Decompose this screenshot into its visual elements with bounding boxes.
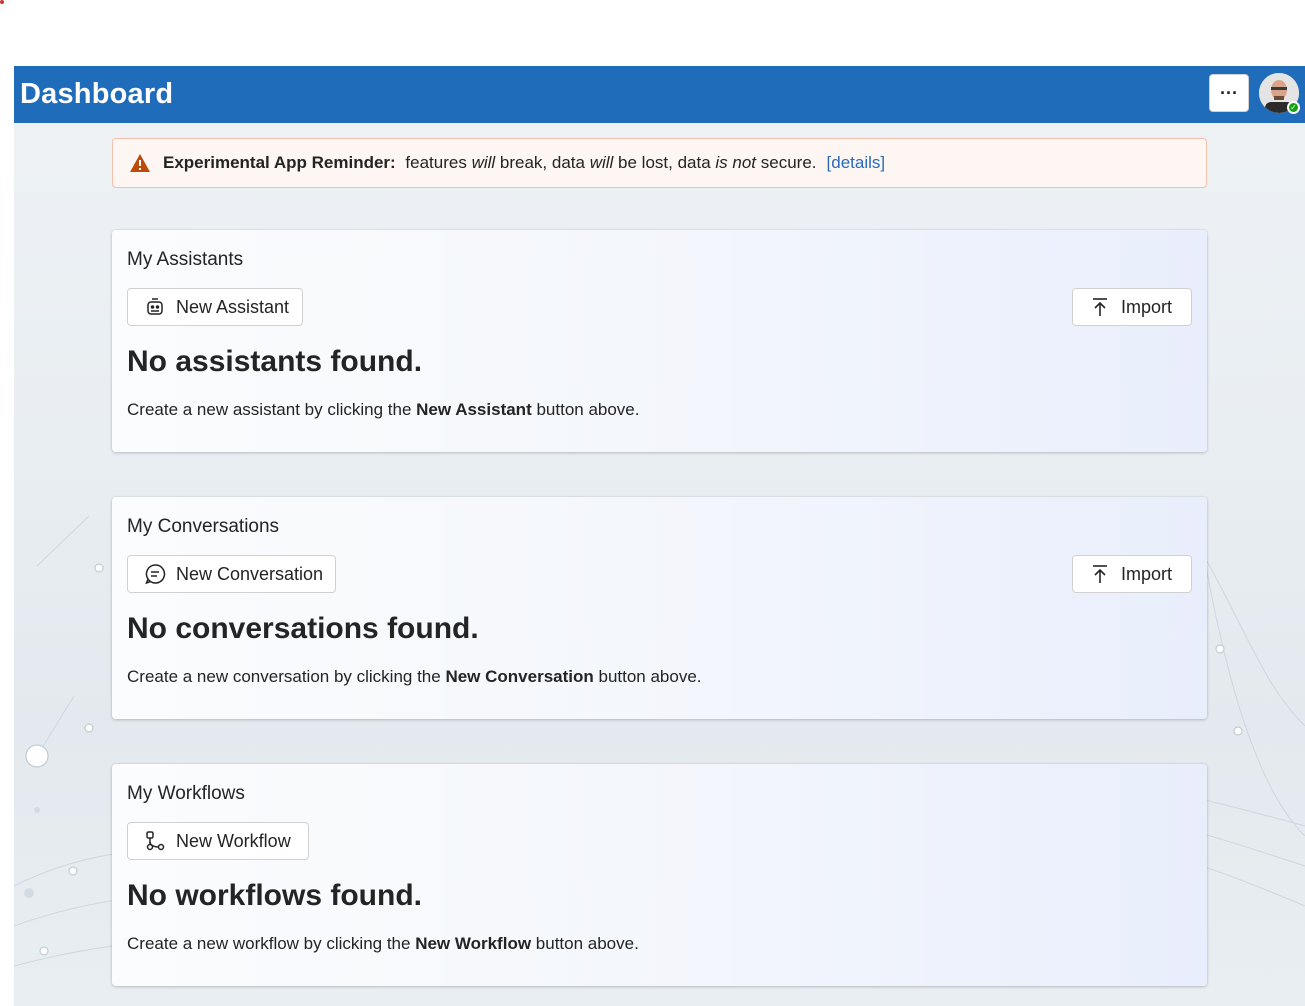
banner-label: Experimental App Reminder:	[163, 153, 396, 172]
import-label: Import	[1121, 296, 1173, 317]
corner-marker	[0, 0, 4, 4]
assistants-title: My Assistants	[127, 249, 244, 270]
assistants-empty-pre: Create a new assistant by clicking the	[127, 400, 417, 419]
details-link[interactable]: [details]	[827, 153, 886, 173]
upload-icon	[1093, 298, 1107, 316]
workflows-card: My Workflows New Workflow No workflows f…	[112, 764, 1207, 986]
workflow-icon	[146, 831, 165, 851]
presence-available-icon: ✓	[1287, 101, 1300, 114]
new-conversation-label: New Conversation	[176, 563, 324, 584]
app-window: Dashboard ··· ✓ Experimental App Reminde…	[14, 66, 1305, 1006]
banner-text-2: break, data	[495, 153, 590, 172]
more-options-button[interactable]: ···	[1209, 74, 1249, 112]
assistants-empty-text: Create a new assistant by clicking the N…	[127, 400, 640, 420]
workflows-empty-post: button above.	[531, 934, 639, 953]
conversations-empty-post: button above.	[593, 667, 702, 686]
conversations-empty-text: Create a new conversation by clicking th…	[127, 667, 702, 687]
conversations-title: My Conversations	[127, 516, 280, 537]
new-conversation-button[interactable]: New Conversation	[127, 555, 336, 593]
assistants-empty-post: button above.	[531, 400, 640, 419]
assistants-empty-title: No assistants found.	[127, 345, 423, 378]
workflows-empty-bold: New Workflow	[415, 934, 532, 953]
banner-text-4: secure.	[756, 153, 817, 172]
assistants-card: My Assistants New Assistant Import No as…	[112, 230, 1207, 452]
new-assistant-button[interactable]: New Assistant	[127, 288, 303, 326]
chat-icon	[145, 564, 166, 585]
warning-icon	[130, 154, 150, 172]
banner-text-1: features	[400, 153, 472, 172]
experimental-warning-banner: Experimental App Reminder: features will…	[112, 138, 1207, 188]
import-conversation-button[interactable]: Import	[1072, 555, 1192, 593]
banner-emph-3: is not	[715, 153, 757, 172]
new-assistant-label: New Assistant	[176, 296, 290, 317]
workflows-empty-text: Create a new workflow by clicking the Ne…	[127, 934, 639, 954]
bot-icon	[147, 298, 163, 315]
new-workflow-button[interactable]: New Workflow	[127, 822, 309, 860]
conversations-card: My Conversations New Conversation Import…	[112, 497, 1207, 719]
workflows-empty-pre: Create a new workflow by clicking the	[127, 934, 416, 953]
banner-emph-2: will	[589, 153, 614, 172]
banner-emph-1: will	[471, 153, 496, 172]
user-avatar[interactable]: ✓	[1259, 73, 1300, 114]
conversations-empty-pre: Create a new conversation by clicking th…	[127, 667, 446, 686]
workflows-title: My Workflows	[127, 783, 245, 804]
new-workflow-label: New Workflow	[176, 830, 291, 851]
import-label: Import	[1121, 563, 1173, 584]
upload-icon	[1093, 565, 1107, 583]
conversations-empty-title: No conversations found.	[127, 612, 479, 645]
assistants-empty-bold: New Assistant	[416, 400, 532, 419]
banner-text: Experimental App Reminder: features will…	[163, 153, 817, 173]
workflows-empty-title: No workflows found.	[127, 879, 422, 912]
conversations-empty-bold: New Conversation	[445, 667, 594, 686]
top-bar: Dashboard ··· ✓	[14, 66, 1305, 123]
banner-text-3: be lost, data	[613, 153, 716, 172]
import-assistant-button[interactable]: Import	[1072, 288, 1192, 326]
page-title: Dashboard	[20, 78, 174, 110]
